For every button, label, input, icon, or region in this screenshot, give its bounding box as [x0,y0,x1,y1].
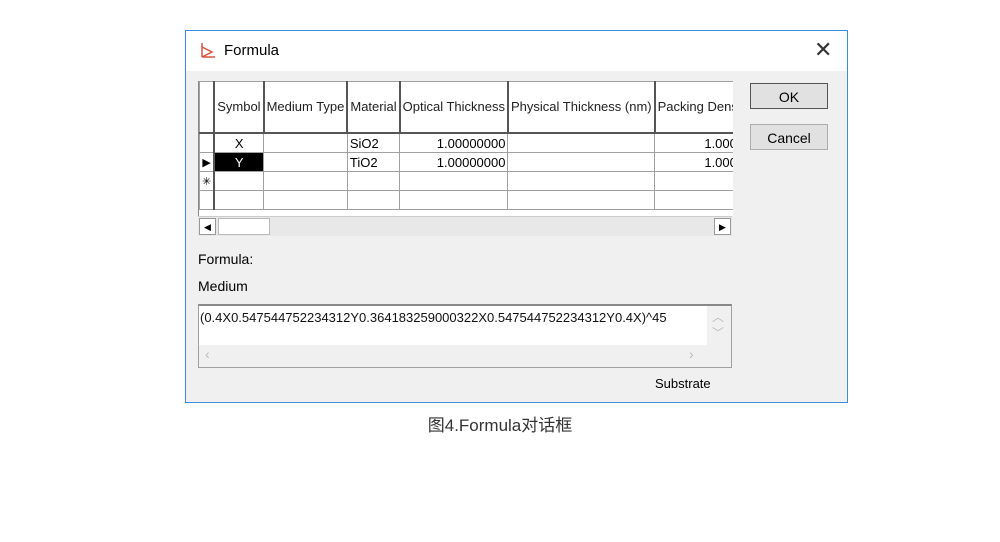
current-row-indicator-icon[interactable]: ▶ [199,152,216,172]
layer-grid[interactable]: Symbol Medium Type Material Optical Thic… [198,81,733,216]
column-header-medium-type[interactable]: Medium Type [263,81,349,134]
cell-packing-density[interactable] [654,190,733,210]
grid-header: Symbol Medium Type Material Optical Thic… [199,81,733,134]
column-header-optical-thickness[interactable]: Optical Thickness [399,81,509,134]
cell-medium-type[interactable] [263,152,348,172]
cell-medium-type[interactable] [263,132,348,153]
table-row[interactable] [199,190,733,210]
table-row[interactable]: ▶ Y TiO2 1.00000000 1.00000 [199,152,733,172]
substrate-label: Substrate [655,376,711,391]
scrollbar-thumb[interactable] [218,218,270,235]
cell-material[interactable]: SiO2 [346,132,401,153]
cell-material[interactable] [346,171,401,191]
cell-packing-density[interactable] [654,171,733,191]
column-header-indicator [199,81,216,134]
cell-medium-type[interactable] [263,171,348,191]
ok-button[interactable]: OK [750,83,828,109]
formula-dialog: Formula ✕ Symbol Medium Type Material Op… [185,30,848,403]
table-row-new[interactable]: ✳ [199,171,733,191]
cell-optical-thickness[interactable] [399,190,509,210]
table-row[interactable]: X SiO2 1.00000000 1.00000 [199,132,733,153]
column-header-physical-thickness[interactable]: Physical Thickness (nm) [507,81,656,134]
app-icon [201,43,215,58]
cell-optical-thickness[interactable]: 1.00000000 [399,152,509,172]
figure-caption: 图4.Formula对话框 [427,416,573,435]
row-indicator[interactable] [199,132,216,153]
cell-physical-thickness[interactable] [507,132,656,153]
cell-symbol[interactable]: Y [213,152,265,172]
new-row-icon[interactable]: ✳ [199,171,216,191]
cell-material[interactable] [346,190,401,210]
scroll-up-icon[interactable]: ︿ [712,308,724,325]
column-header-material[interactable]: Material [346,81,401,134]
cell-symbol[interactable] [213,171,265,191]
cell-optical-thickness[interactable]: 1.00000000 [399,132,509,153]
cell-packing-density[interactable]: 1.00000 [654,132,733,153]
formula-textbox[interactable]: (0.4X0.547544752234312Y0.364183259000322… [198,304,732,368]
formula-label: Formula: [198,251,254,267]
row-indicator[interactable] [199,190,216,210]
horizontal-scrollbar[interactable]: ◀ ▶ [198,216,732,236]
formula-input[interactable]: (0.4X0.547544752234312Y0.364183259000322… [199,306,707,345]
cell-physical-thickness[interactable] [507,190,656,210]
scroll-down-icon[interactable]: ﹀ [712,324,724,341]
column-header-packing-density[interactable]: Packing Density [654,81,733,134]
cell-physical-thickness[interactable] [507,171,656,191]
cancel-button[interactable]: Cancel [750,124,828,150]
cell-symbol[interactable] [213,190,265,210]
cell-symbol[interactable]: X [213,132,265,153]
scroll-right-icon[interactable]: ▶ [714,218,731,235]
cell-material[interactable]: TiO2 [346,152,401,172]
cell-medium-type[interactable] [263,190,348,210]
title-bar: Formula ✕ [186,31,847,71]
cell-packing-density[interactable]: 1.00000 [654,152,733,172]
cell-physical-thickness[interactable] [507,152,656,172]
column-header-symbol[interactable]: Symbol [213,81,265,134]
window-title: Formula [224,42,280,59]
scroll-left-icon[interactable]: ‹ [205,346,210,362]
close-icon[interactable]: ✕ [814,37,832,63]
medium-label: Medium [198,278,248,294]
scroll-left-icon[interactable]: ◀ [199,218,216,235]
scroll-right-icon[interactable]: › [689,346,694,362]
cell-optical-thickness[interactable] [399,171,509,191]
